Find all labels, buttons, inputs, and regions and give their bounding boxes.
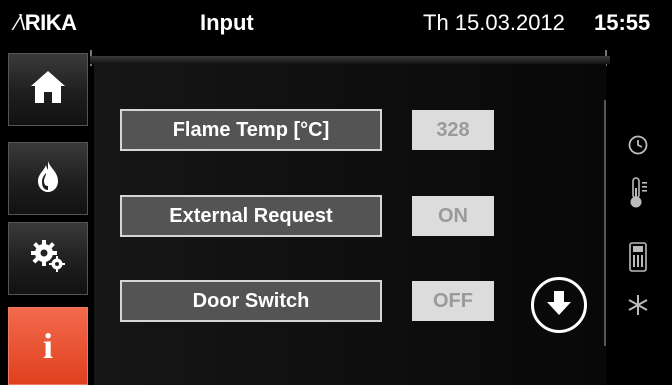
room-control-icon (626, 242, 650, 272)
flame-icon (35, 159, 61, 198)
logo-mark: ⁄\ (16, 10, 25, 35)
external-request-label: External Request (120, 195, 382, 237)
sidebar: i (0, 50, 90, 385)
rika-logo: ⁄\RIKA (16, 10, 77, 36)
external-request-value: ON (412, 196, 494, 236)
status-divider (604, 100, 606, 346)
thermometer-icon (626, 176, 650, 210)
page-title: Input (200, 10, 254, 35)
door-switch-value: OFF (412, 281, 494, 321)
sidebar-item-home[interactable] (8, 53, 88, 126)
date-display: Th 15.03.2012 (423, 10, 565, 35)
sidebar-item-info[interactable]: i (8, 307, 88, 385)
house-icon (28, 68, 68, 111)
time-display: 15:55 (594, 10, 651, 35)
sidebar-item-settings[interactable] (8, 222, 88, 295)
clock-icon (626, 133, 650, 157)
scroll-down-button[interactable] (531, 277, 587, 333)
snowflake-icon (626, 293, 650, 317)
sidebar-item-flame[interactable] (8, 142, 88, 215)
logo-text: RIKA (24, 10, 77, 35)
arrow-down-icon (544, 288, 574, 323)
header-bar: ⁄\RIKA Input Th 15.03.2012 15:55 (0, 0, 672, 45)
gears-icon (30, 239, 66, 278)
flame-temp-value: 328 (412, 110, 494, 150)
content-top-edge (90, 56, 610, 64)
info-icon: i (42, 326, 53, 366)
door-switch-label: Door Switch (120, 280, 382, 322)
flame-temp-label: Flame Temp [°C] (120, 109, 382, 151)
